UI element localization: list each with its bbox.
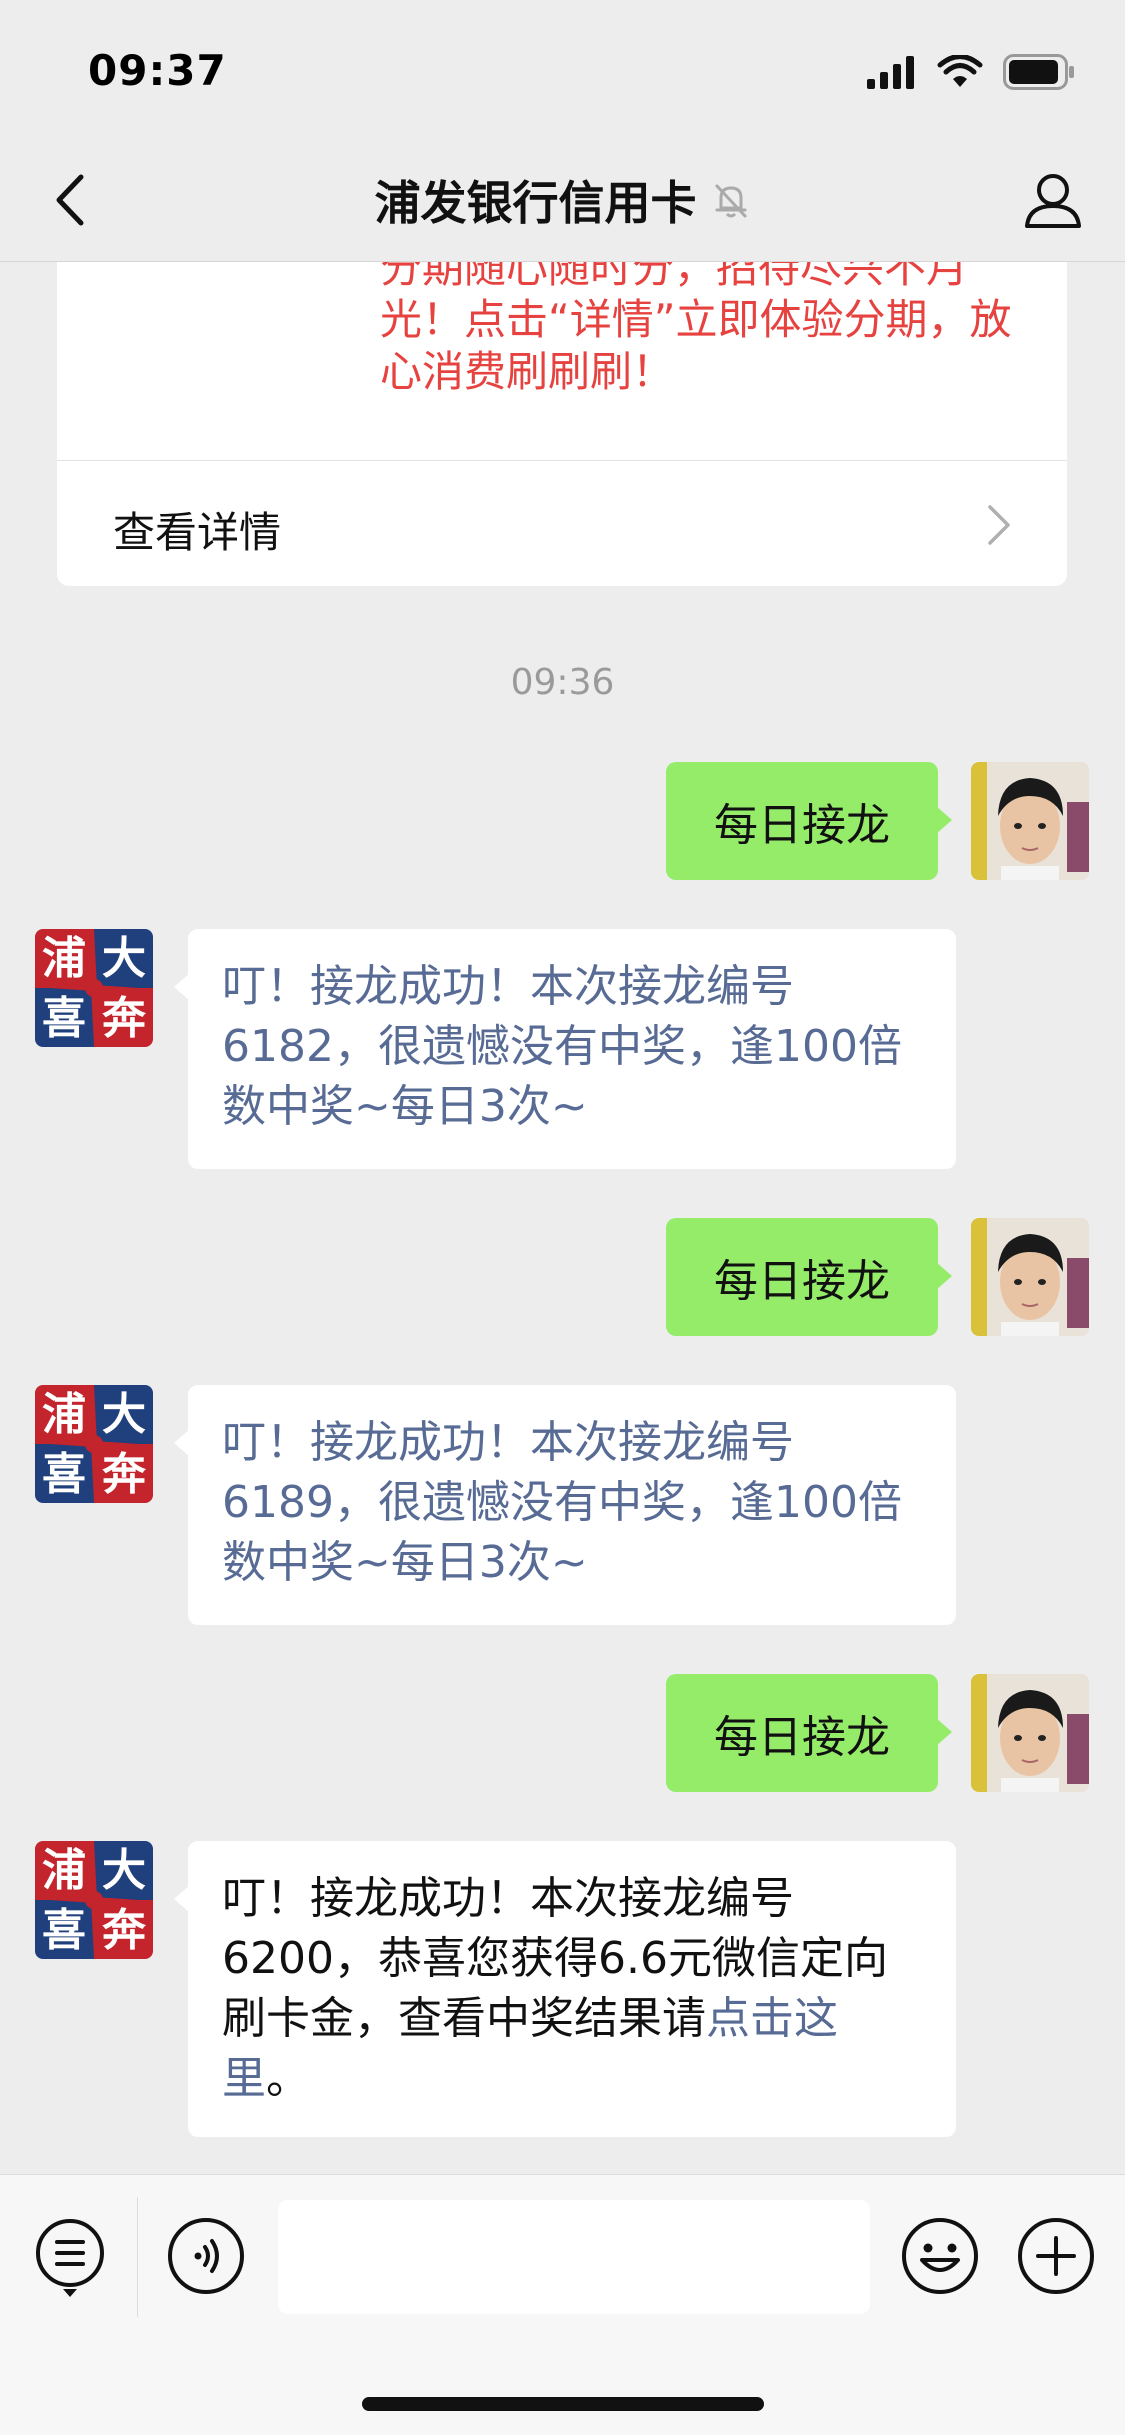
sent-message-bubble[interactable]: 每日接龙	[666, 762, 952, 880]
user-photo	[971, 762, 1089, 880]
sent-message-bubble[interactable]: 每日接龙	[666, 1218, 952, 1336]
svg-text:奔: 奔	[102, 993, 147, 1044]
status-bar: 09:37	[0, 0, 1125, 140]
nav-bar: 浦发银行信用卡	[0, 140, 1125, 262]
profile-icon	[1025, 174, 1081, 228]
received-message-bubble[interactable]: 叮！接龙成功！本次接龙编号6200，恭喜您获得6.6元微信定向刷卡金，查看中奖结…	[174, 1841, 956, 2137]
self-avatar[interactable]	[971, 762, 1089, 880]
message-text: 每日接龙	[714, 800, 890, 851]
svg-text:浦: 浦	[42, 933, 86, 984]
svg-text:大: 大	[102, 1389, 146, 1440]
mute-bell-icon	[715, 184, 746, 218]
svg-text:奔: 奔	[102, 1905, 147, 1956]
menu-button[interactable]	[32, 2215, 112, 2297]
message-suffix: 。	[266, 2053, 310, 2104]
message-text: 叮！接龙成功！本次接龙编号6182，很遗憾没有中奖，逢100倍数中奖~每日3次~	[222, 961, 902, 1132]
battery-icon	[1003, 54, 1074, 90]
article-text: 分期随心随时分，招待尽兴不月光！点击“详情”立即体验分期，放心消费刷刷刷！	[380, 262, 1012, 396]
chat-title: 浦发银行信用卡	[374, 176, 697, 230]
svg-text:浦: 浦	[42, 1845, 86, 1896]
article-card[interactable]: 分期随心随时分，招待尽兴不月光！点击“详情”立即体验分期，放心消费刷刷刷！ 查看…	[57, 262, 1067, 586]
self-avatar[interactable]	[971, 1218, 1089, 1336]
view-details-label: 查看详情	[113, 508, 282, 557]
received-message-bubble[interactable]: 叮！接龙成功！本次接龙编号6189，很遗憾没有中奖，逢100倍数中奖~每日3次~	[174, 1385, 956, 1625]
chevron-right-icon	[988, 505, 1010, 545]
sent-message-bubble[interactable]: 每日接龙	[666, 1674, 952, 1792]
user-photo	[971, 1674, 1089, 1792]
svg-text:大: 大	[102, 1845, 146, 1896]
input-divider	[137, 2197, 138, 2317]
message-list[interactable]: 分期随心随时分，招待尽兴不月光！点击“详情”立即体验分期，放心消费刷刷刷！ 查看…	[0, 262, 1125, 2174]
emoji-icon	[902, 2218, 978, 2294]
input-bar	[0, 2174, 1125, 2435]
more-button[interactable]	[1016, 2216, 1096, 2296]
svg-text:喜: 喜	[42, 1449, 86, 1500]
bank-logo: 浦 大 喜 奔	[35, 1385, 153, 1503]
user-photo	[971, 1218, 1089, 1336]
chat-info-button[interactable]	[1021, 168, 1085, 232]
bank-avatar[interactable]: 浦 大 喜 奔	[35, 1385, 153, 1503]
svg-text:奔: 奔	[102, 1449, 147, 1500]
svg-text:浦: 浦	[42, 1389, 86, 1440]
received-message-bubble[interactable]: 叮！接龙成功！本次接龙编号6182，很遗憾没有中奖，逢100倍数中奖~每日3次~	[174, 929, 956, 1169]
plus-icon	[1018, 2218, 1094, 2294]
home-indicator[interactable]	[362, 2397, 764, 2411]
svg-text:大: 大	[102, 933, 146, 984]
status-time: 09:37	[88, 46, 227, 95]
bank-logo: 浦 大 喜 奔	[35, 929, 153, 1047]
voice-button[interactable]	[166, 2216, 246, 2296]
message-text: 叮！接龙成功！本次接龙编号6189，很遗憾没有中奖，逢100倍数中奖~每日3次~	[222, 1417, 902, 1588]
svg-text:喜: 喜	[42, 1905, 86, 1956]
view-details-link[interactable]: 查看详情	[57, 461, 1067, 586]
message-text: 每日接龙	[714, 1256, 890, 1307]
emoji-button[interactable]	[900, 2216, 980, 2296]
bank-avatar[interactable]: 浦 大 喜 奔	[35, 929, 153, 1047]
status-icons	[867, 52, 1075, 92]
nav-title-wrap: 浦发银行信用卡	[0, 170, 1125, 230]
signal-icon	[867, 56, 914, 89]
message-text: 每日接龙	[714, 1712, 890, 1763]
wifi-icon	[937, 55, 983, 87]
message-timestamp: 09:36	[510, 662, 615, 703]
message-input[interactable]	[278, 2200, 870, 2314]
svg-text:喜: 喜	[42, 993, 86, 1044]
menu-list-icon	[36, 2219, 104, 2297]
voice-icon	[168, 2218, 244, 2294]
self-avatar[interactable]	[971, 1674, 1089, 1792]
bank-logo: 浦 大 喜 奔	[35, 1841, 153, 1959]
bank-avatar[interactable]: 浦 大 喜 奔	[35, 1841, 153, 1959]
